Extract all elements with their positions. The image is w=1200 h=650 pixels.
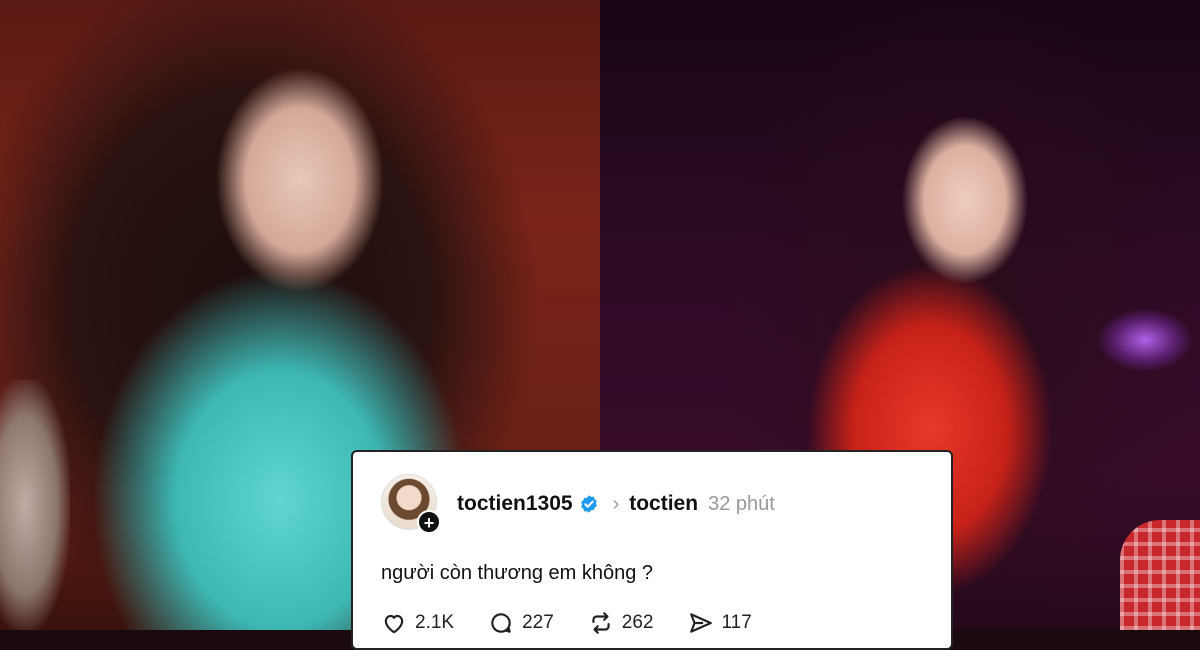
username[interactable]: toctien1305 <box>457 492 573 516</box>
send-icon <box>689 613 712 633</box>
feather-prop <box>0 380 70 630</box>
plus-icon[interactable]: + <box>417 510 441 534</box>
post-time: 32 phút <box>708 492 775 515</box>
post-text: người còn thương em không ? <box>381 562 654 584</box>
comment-icon <box>491 613 511 633</box>
repost-icon <box>592 612 610 634</box>
share-button[interactable]: 117 <box>688 610 752 636</box>
post-actions: 2.1K 227 262 117 <box>381 610 786 636</box>
reply-button[interactable]: 227 <box>488 610 554 636</box>
share-count: 117 <box>721 612 752 633</box>
repost-button[interactable]: 262 <box>588 610 654 636</box>
plaid-costume <box>1120 520 1200 630</box>
post-header: toctien1305 › toctien 32 phút <box>457 490 775 518</box>
community-name[interactable]: toctien <box>629 492 698 516</box>
like-button[interactable]: 2.1K <box>381 610 454 636</box>
repost-count: 262 <box>621 612 654 633</box>
threads-post-card[interactable]: + toctien1305 › toctien 32 phút người cò… <box>351 450 953 650</box>
verified-badge-icon <box>580 495 597 513</box>
heart-icon <box>384 614 404 634</box>
like-count: 2.1K <box>415 612 455 633</box>
reply-count: 227 <box>522 612 554 633</box>
avatar-container[interactable]: + <box>381 474 441 534</box>
chevron-right-icon: › <box>612 492 620 515</box>
